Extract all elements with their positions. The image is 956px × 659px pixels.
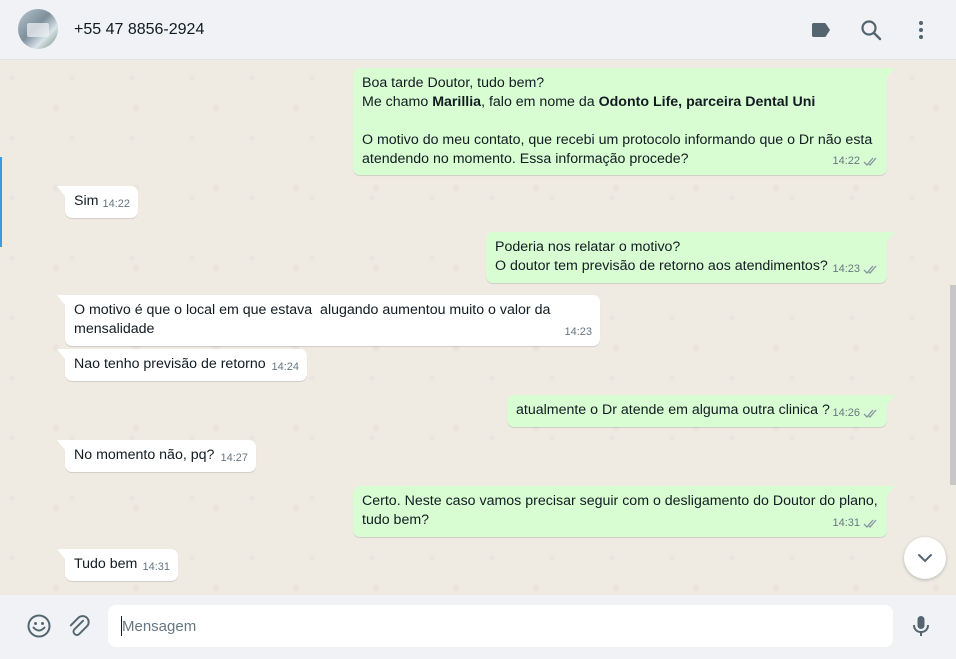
message-text: Nao tenho previsão de retorno xyxy=(74,356,266,372)
chat-header: +55 47 8856-2924 xyxy=(0,0,956,60)
message-composer xyxy=(0,595,956,659)
message-meta: 14:31 xyxy=(832,514,879,533)
message-meta: 14:23 xyxy=(564,323,592,342)
message-meta: 14:22 xyxy=(102,195,130,214)
attach-icon[interactable] xyxy=(67,613,93,639)
message-time: 14:22 xyxy=(832,155,860,167)
emoji-icon[interactable] xyxy=(26,613,52,639)
message-time: 14:26 xyxy=(832,407,860,419)
chevron-down-icon xyxy=(918,554,932,563)
message-text: O motivo é que o local em que estava alu… xyxy=(74,302,551,337)
chat-area[interactable]: Boa tarde Doutor, tudo bem? Me chamo Mar… xyxy=(0,60,956,595)
scroll-to-bottom-button[interactable] xyxy=(904,537,946,579)
message-incoming[interactable]: O motivo é que o local em que estava alu… xyxy=(57,295,600,346)
message-meta: 14:31 xyxy=(142,558,170,577)
message-time: 14:31 xyxy=(142,561,170,573)
message-incoming[interactable]: Nao tenho previsão de retorno 14:24 xyxy=(57,349,307,381)
message-incoming[interactable]: Tudo bem 14:31 xyxy=(57,549,178,581)
mic-icon[interactable] xyxy=(908,613,934,639)
message-outgoing[interactable]: atualmente o Dr atende em alguma outra c… xyxy=(507,395,895,427)
double-check-icon xyxy=(863,409,877,418)
message-input[interactable] xyxy=(108,605,893,647)
search-icon[interactable] xyxy=(859,18,883,42)
message-meta: 14:27 xyxy=(220,449,248,468)
message-meta: 14:23 xyxy=(832,260,879,279)
message-meta: 14:26 xyxy=(832,404,879,423)
message-time: 14:23 xyxy=(832,263,860,275)
message-text: Poderia nos relatar o motivo? O doutor t… xyxy=(495,239,828,274)
message-time: 14:27 xyxy=(220,452,248,464)
message-outgoing[interactable]: Boa tarde Doutor, tudo bem? Me chamo Mar… xyxy=(353,68,895,175)
contact-avatar[interactable] xyxy=(18,9,58,49)
message-outgoing[interactable]: Poderia nos relatar o motivo? O doutor t… xyxy=(486,232,895,283)
message-time: 14:23 xyxy=(564,326,592,338)
double-check-icon xyxy=(863,265,877,274)
message-incoming[interactable]: No momento não, pq? 14:27 xyxy=(57,440,256,472)
left-edge-highlight xyxy=(0,157,2,247)
message-meta: 14:24 xyxy=(271,358,299,377)
contact-name[interactable]: +55 47 8856-2924 xyxy=(74,21,204,39)
message-meta: 14:22 xyxy=(832,152,879,171)
label-icon[interactable] xyxy=(809,18,833,42)
double-check-icon xyxy=(863,519,877,528)
message-time: 14:24 xyxy=(271,361,299,373)
menu-icon[interactable] xyxy=(909,18,933,42)
message-incoming[interactable]: Sim 14:22 xyxy=(57,186,138,218)
chat-scrollbar-thumb[interactable] xyxy=(950,285,956,485)
message-text: Certo. Neste caso vamos precisar seguir … xyxy=(362,493,878,528)
text-caret xyxy=(121,616,122,636)
message-outgoing[interactable]: Certo. Neste caso vamos precisar seguir … xyxy=(353,486,895,537)
message-text: atualmente o Dr atende em alguma outra c… xyxy=(516,402,830,418)
message-time: 14:31 xyxy=(832,517,860,529)
message-time: 14:22 xyxy=(102,198,130,210)
message-text: Boa tarde Doutor, tudo bem? Me chamo Mar… xyxy=(362,75,873,167)
double-check-icon xyxy=(863,157,877,166)
